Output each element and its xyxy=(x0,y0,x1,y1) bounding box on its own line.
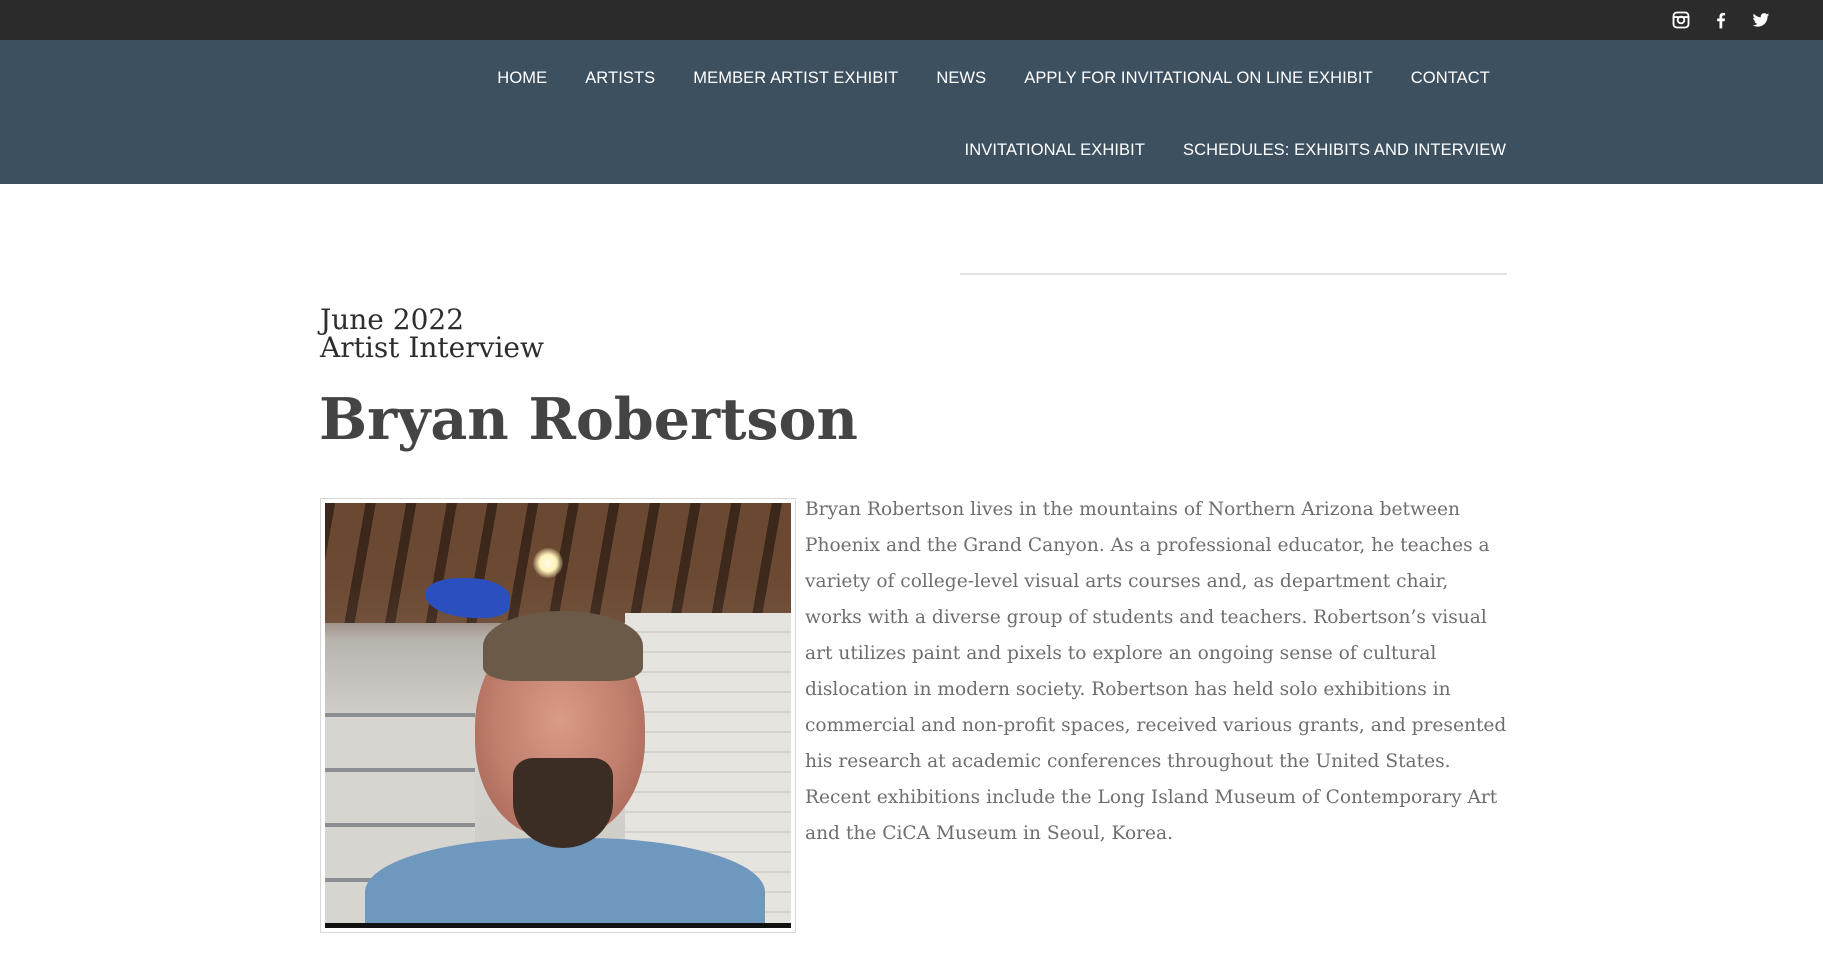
top-bar xyxy=(0,0,1823,40)
artist-bio: Bryan Robertson lives in the mountains o… xyxy=(805,499,1507,844)
nav-member-artist-exhibit[interactable]: MEMBER ARTIST EXHIBIT xyxy=(693,68,898,88)
article-subheading: June 2022 Artist Interview xyxy=(320,306,544,362)
nav-artists[interactable]: ARTISTS xyxy=(585,68,655,88)
facebook-icon[interactable] xyxy=(1709,8,1733,32)
article-date: June 2022 xyxy=(320,303,465,336)
artist-photo-frame xyxy=(320,498,796,933)
nav-schedules[interactable]: SCHEDULES: EXHIBITS AND INTERVIEW xyxy=(1183,140,1506,160)
nav-home[interactable]: HOME xyxy=(497,68,547,88)
nav-apply-invitational[interactable]: APPLY FOR INVITATIONAL ON LINE EXHIBIT xyxy=(1024,68,1373,88)
social-links xyxy=(1669,8,1773,32)
page-title: Bryan Robertson xyxy=(319,386,858,453)
nav-row-secondary: INVITATIONAL EXHIBIT SCHEDULES: EXHIBITS… xyxy=(965,140,1506,160)
twitter-icon[interactable] xyxy=(1749,8,1773,32)
nav-news[interactable]: NEWS xyxy=(936,68,986,88)
nav-invitational-exhibit[interactable]: INVITATIONAL EXHIBIT xyxy=(965,140,1145,160)
instagram-icon[interactable] xyxy=(1669,8,1693,32)
nav-row-primary: HOME ARTISTS MEMBER ARTIST EXHIBIT NEWS … xyxy=(497,68,1490,88)
nav-contact[interactable]: CONTACT xyxy=(1411,68,1490,88)
main-nav: HOME ARTISTS MEMBER ARTIST EXHIBIT NEWS … xyxy=(0,40,1823,184)
header-divider xyxy=(960,273,1507,275)
article-type: Artist Interview xyxy=(320,331,544,364)
artist-photo xyxy=(325,503,791,928)
